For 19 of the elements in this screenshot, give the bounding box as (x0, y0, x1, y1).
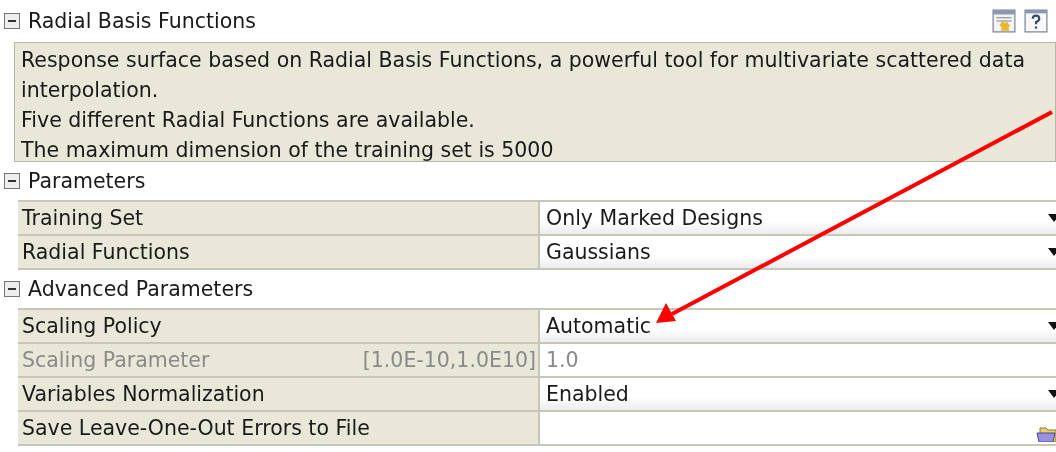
property-label: Scaling Policy (22, 314, 162, 338)
section-title: Parameters (28, 169, 146, 193)
folder-icon[interactable] (1036, 424, 1056, 442)
description-text: Response surface based on Radial Basis Functions, a powerful tool for multivariate scattered data interpolation. (21, 47, 1026, 104)
range-text: [1.0E-10,1.0E10] (362, 348, 537, 372)
help-icon[interactable] (1024, 9, 1048, 33)
property-label: Variables Normalization (22, 382, 265, 406)
description-text: Five different Radial Functions are available. (21, 107, 476, 134)
section-title: Advanced Parameters (28, 277, 254, 301)
collapse-icon[interactable] (4, 281, 20, 297)
property-label: Scaling Parameter (22, 348, 210, 372)
document-icon[interactable] (992, 9, 1016, 33)
panel-title: Radial Basis Functions (28, 9, 256, 33)
description-text: The maximum dimension of the training set is 5000 (21, 137, 555, 164)
collapse-icon[interactable] (4, 173, 20, 189)
collapse-icon[interactable] (4, 13, 20, 29)
property-label: Radial Functions (22, 240, 190, 264)
property-label: Save Leave-One-Out Errors to File (22, 416, 370, 440)
property-label: Training Set (22, 206, 144, 230)
